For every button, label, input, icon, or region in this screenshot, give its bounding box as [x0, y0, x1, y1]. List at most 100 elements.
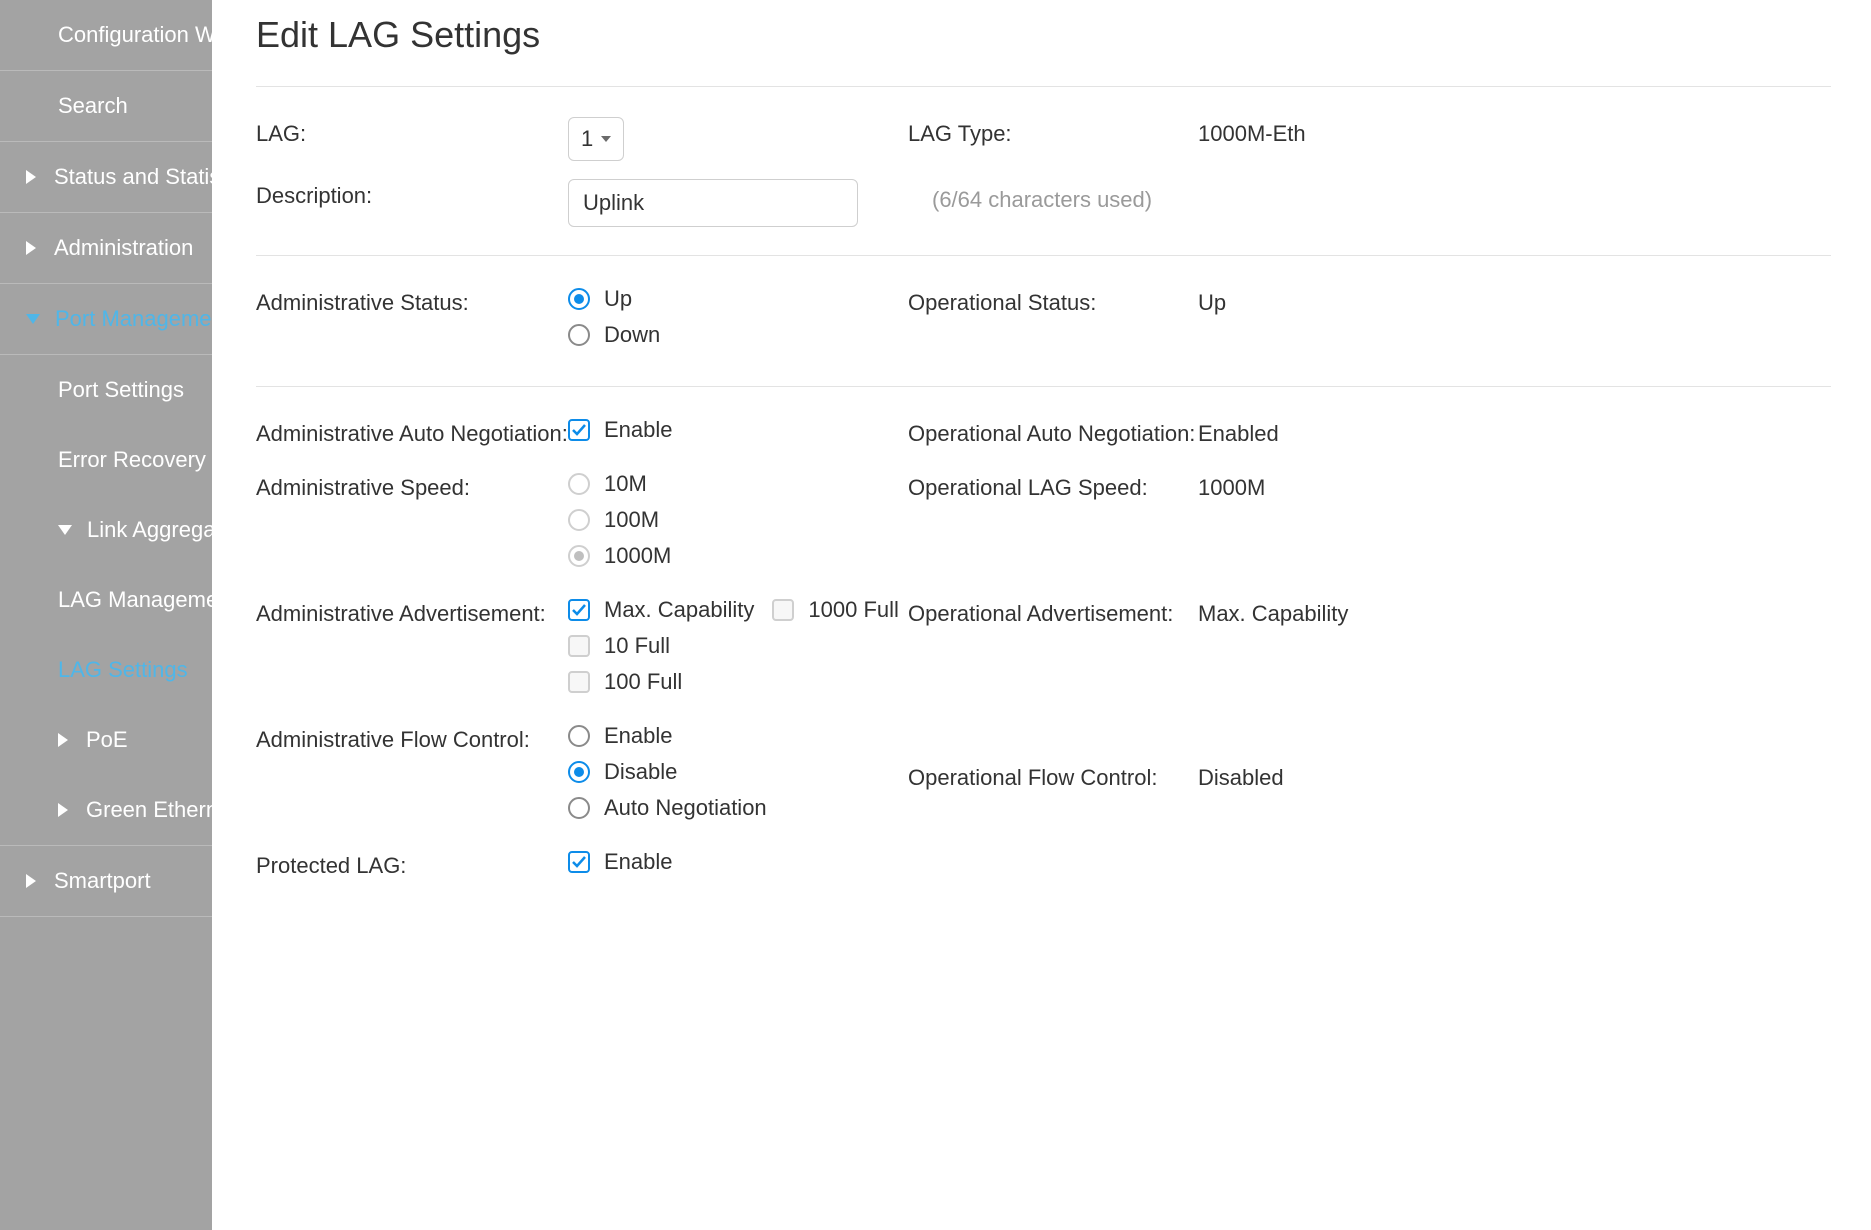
- label-admin-speed: Administrative Speed:: [256, 469, 568, 501]
- value-oper-adv: Max. Capability: [1198, 595, 1831, 627]
- checkbox-icon: [772, 599, 794, 621]
- label-oper-status: Operational Status:: [908, 284, 1198, 316]
- protected-lag-enable[interactable]: Enable: [568, 849, 908, 875]
- value-oper-flow: Disabled: [1198, 721, 1831, 791]
- nav-label: Search: [58, 93, 128, 119]
- option-label: Auto Negotiation: [604, 795, 767, 821]
- nav-green-ethernet[interactable]: Green Ethernet: [0, 775, 212, 846]
- option-label: Enable: [604, 849, 673, 875]
- radio-icon: [568, 473, 590, 495]
- flow-enable[interactable]: Enable: [568, 723, 908, 749]
- value-oper-auto-neg: Enabled: [1198, 415, 1831, 447]
- sidebar: Configuration Wizards Search Status and …: [0, 0, 212, 1230]
- nav-poe[interactable]: PoE: [0, 705, 212, 775]
- chevron-right-icon: [58, 733, 68, 747]
- nav-label: Link Aggregation: [87, 517, 212, 543]
- nav-link-aggregation[interactable]: Link Aggregation: [0, 495, 212, 565]
- adv-1000-full[interactable]: 1000 Full: [772, 597, 899, 623]
- option-label: Enable: [604, 417, 673, 443]
- option-label: 1000 Full: [808, 597, 899, 623]
- chevron-down-icon: [26, 314, 40, 324]
- label-oper-auto-neg: Operational Auto Negotiation:: [908, 415, 1198, 447]
- radio-icon: [568, 725, 590, 747]
- nav-label: Port Settings: [58, 377, 184, 403]
- checkbox-icon: [568, 419, 590, 441]
- nav-lag-settings[interactable]: LAG Settings: [0, 635, 212, 705]
- checkbox-icon: [568, 671, 590, 693]
- option-label: 10 Full: [604, 633, 670, 659]
- nav-search[interactable]: Search: [0, 71, 212, 142]
- admin-status-up[interactable]: Up: [568, 286, 908, 312]
- option-label: Disable: [604, 759, 677, 785]
- nav-label: PoE: [86, 727, 128, 753]
- value-lag-type: 1000M-Eth: [1198, 115, 1831, 147]
- admin-speed-1000m[interactable]: 1000M: [568, 543, 908, 569]
- label-description: Description:: [256, 177, 568, 209]
- radio-icon: [568, 545, 590, 567]
- adv-100-full[interactable]: 100 Full: [568, 669, 908, 695]
- radio-icon: [568, 324, 590, 346]
- radio-icon: [568, 761, 590, 783]
- nav-error-recovery[interactable]: Error Recovery Settings: [0, 425, 212, 495]
- admin-auto-neg-enable[interactable]: Enable: [568, 417, 908, 443]
- chevron-right-icon: [26, 170, 36, 184]
- nav-label: LAG Management: [58, 587, 212, 613]
- nav-label: Configuration Wizards: [58, 22, 212, 48]
- label-admin-status: Administrative Status:: [256, 284, 568, 316]
- option-label: Max. Capability: [604, 597, 754, 623]
- nav-status[interactable]: Status and Statistics: [0, 142, 212, 213]
- adv-10-full[interactable]: 10 Full: [568, 633, 908, 659]
- nav-lag-management[interactable]: LAG Management: [0, 565, 212, 635]
- chevron-right-icon: [26, 874, 36, 888]
- lag-select-value: 1: [581, 126, 593, 152]
- nav-administration[interactable]: Administration: [0, 213, 212, 284]
- flow-disable[interactable]: Disable: [568, 759, 908, 785]
- checkbox-icon: [568, 851, 590, 873]
- nav-label: Port Management: [55, 306, 212, 332]
- adv-max-capability[interactable]: Max. Capability: [568, 597, 754, 623]
- nav-label: Smartport: [54, 868, 151, 894]
- label-admin-auto-neg: Administrative Auto Negotiation:: [256, 415, 568, 447]
- option-label: Enable: [604, 723, 673, 749]
- page-title: Edit LAG Settings: [256, 0, 1831, 87]
- radio-icon: [568, 288, 590, 310]
- option-label: 10M: [604, 471, 647, 497]
- chevron-right-icon: [58, 803, 68, 817]
- chevron-down-icon: [601, 136, 611, 142]
- nav-smartport[interactable]: Smartport: [0, 846, 212, 917]
- value-oper-lag-speed: 1000M: [1198, 469, 1831, 501]
- checkbox-icon: [568, 635, 590, 657]
- label-oper-adv: Operational Advertisement:: [908, 595, 1198, 627]
- admin-status-down[interactable]: Down: [568, 322, 908, 348]
- nav-label: LAG Settings: [58, 657, 188, 683]
- label-oper-flow: Operational Flow Control:: [908, 721, 1198, 791]
- label-lag-type: LAG Type:: [908, 115, 1198, 147]
- label-protected-lag: Protected LAG:: [256, 847, 568, 879]
- option-label: Down: [604, 322, 660, 348]
- main-content: Edit LAG Settings LAG: 1 LAG Type: 1000M…: [212, 0, 1871, 1230]
- option-label: 1000M: [604, 543, 671, 569]
- nav-port-management[interactable]: Port Management: [0, 284, 212, 355]
- value-oper-status: Up: [1198, 284, 1831, 316]
- chevron-down-icon: [58, 525, 72, 535]
- nav-configuration[interactable]: Configuration Wizards: [0, 0, 212, 71]
- chevron-right-icon: [26, 241, 36, 255]
- lag-select[interactable]: 1: [568, 117, 624, 161]
- nav-label: Administration: [54, 235, 193, 261]
- description-hint: (6/64 characters used): [908, 177, 1152, 213]
- option-label: 100M: [604, 507, 659, 533]
- label-oper-lag-speed: Operational LAG Speed:: [908, 469, 1198, 501]
- description-input[interactable]: [568, 179, 858, 227]
- nav-port-settings[interactable]: Port Settings: [0, 355, 212, 425]
- nav-label: Green Ethernet: [86, 797, 212, 823]
- radio-icon: [568, 509, 590, 531]
- label-admin-flow: Administrative Flow Control:: [256, 721, 568, 753]
- nav-label: Status and Statistics: [54, 164, 212, 190]
- radio-icon: [568, 797, 590, 819]
- option-label: 100 Full: [604, 669, 682, 695]
- admin-speed-10m[interactable]: 10M: [568, 471, 908, 497]
- label-lag: LAG:: [256, 115, 568, 147]
- flow-auto-negotiation[interactable]: Auto Negotiation: [568, 795, 908, 821]
- option-label: Up: [604, 286, 632, 312]
- admin-speed-100m[interactable]: 100M: [568, 507, 908, 533]
